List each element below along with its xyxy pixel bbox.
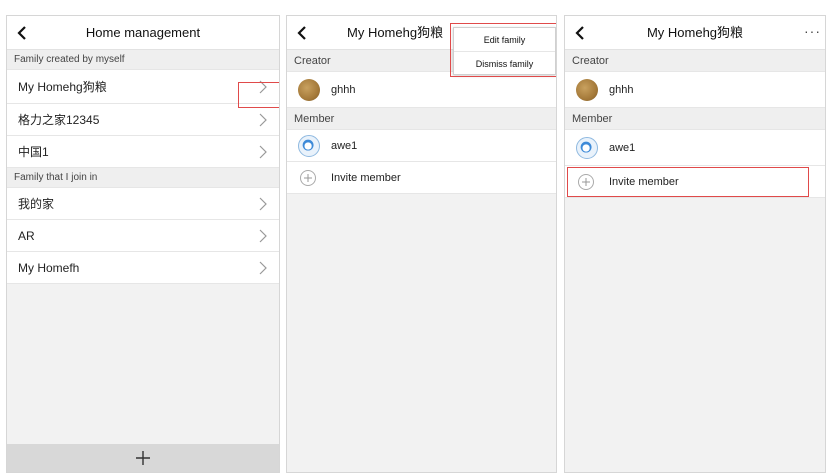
chevron-right-icon (259, 229, 267, 243)
member-header: Member (565, 108, 825, 130)
highlight-box (450, 23, 556, 77)
creator-name: ghhh (331, 84, 356, 96)
family-name: 我的家 (18, 197, 55, 211)
creator-avatar (576, 79, 598, 101)
member-name: awe1 (331, 140, 358, 152)
chevron-right-icon (259, 113, 267, 127)
nav-bar: Home management (7, 16, 279, 50)
nav-bar: My Homehg狗粮 ··· (565, 16, 825, 50)
family-item-gree-home[interactable]: 格力之家12345 (7, 104, 279, 136)
creator-row[interactable]: ghhh (565, 72, 825, 108)
family-item-china1[interactable]: 中国1 (7, 136, 279, 168)
back-arrow-icon[interactable] (573, 25, 587, 41)
chevron-right-icon (259, 145, 267, 159)
plus-icon[interactable] (135, 450, 151, 466)
invite-member-row[interactable]: Invite member (287, 162, 556, 194)
add-family-bar[interactable] (7, 444, 279, 472)
family-name: 中国1 (18, 145, 49, 159)
family-name: My Homehg狗粮 (18, 80, 107, 94)
family-item-ar[interactable]: AR (7, 220, 279, 252)
family-detail-screen: My Homehg狗粮 ··· Creator ghhh Member awe1… (564, 15, 826, 473)
member-row[interactable]: awe1 (565, 130, 825, 166)
creator-header: Creator (565, 50, 825, 72)
back-arrow-icon[interactable] (295, 25, 309, 41)
creator-name: ghhh (609, 84, 634, 96)
highlight-box (238, 82, 279, 108)
more-options-icon[interactable]: ··· (804, 16, 821, 46)
member-row[interactable]: awe1 (287, 130, 556, 162)
creator-row[interactable]: ghhh (287, 72, 556, 108)
page-title: My Homehg狗粮 (347, 25, 444, 40)
member-avatar (298, 135, 320, 157)
invite-plus-icon (300, 170, 316, 186)
family-item-my-homefh[interactable]: My Homefh (7, 252, 279, 284)
highlight-box (567, 167, 809, 197)
back-arrow-icon[interactable] (15, 25, 29, 41)
page-title: My Homehg狗粮 (646, 25, 744, 40)
invite-member-label: Invite member (331, 172, 401, 184)
chevron-right-icon (259, 197, 267, 211)
person-icon (302, 139, 314, 151)
section-header-created: Family created by myself (7, 50, 279, 70)
family-name: 格力之家12345 (18, 113, 100, 127)
section-header-joined: Family that I join in (7, 168, 279, 188)
member-header: Member (287, 108, 556, 130)
family-detail-menu-screen: My Homehg狗粮 Creator ghhh Member awe1 Inv… (286, 15, 557, 473)
member-avatar (576, 137, 598, 159)
family-name: AR (18, 229, 35, 243)
creator-avatar (298, 79, 320, 101)
home-management-screen: Home management Family created by myself… (6, 15, 280, 473)
family-item-my-home[interactable]: 我的家 (7, 188, 279, 220)
person-icon (580, 141, 592, 153)
page-title: Home management (85, 25, 201, 40)
chevron-right-icon (259, 261, 267, 275)
family-name: My Homefh (18, 261, 80, 275)
member-name: awe1 (609, 142, 636, 154)
